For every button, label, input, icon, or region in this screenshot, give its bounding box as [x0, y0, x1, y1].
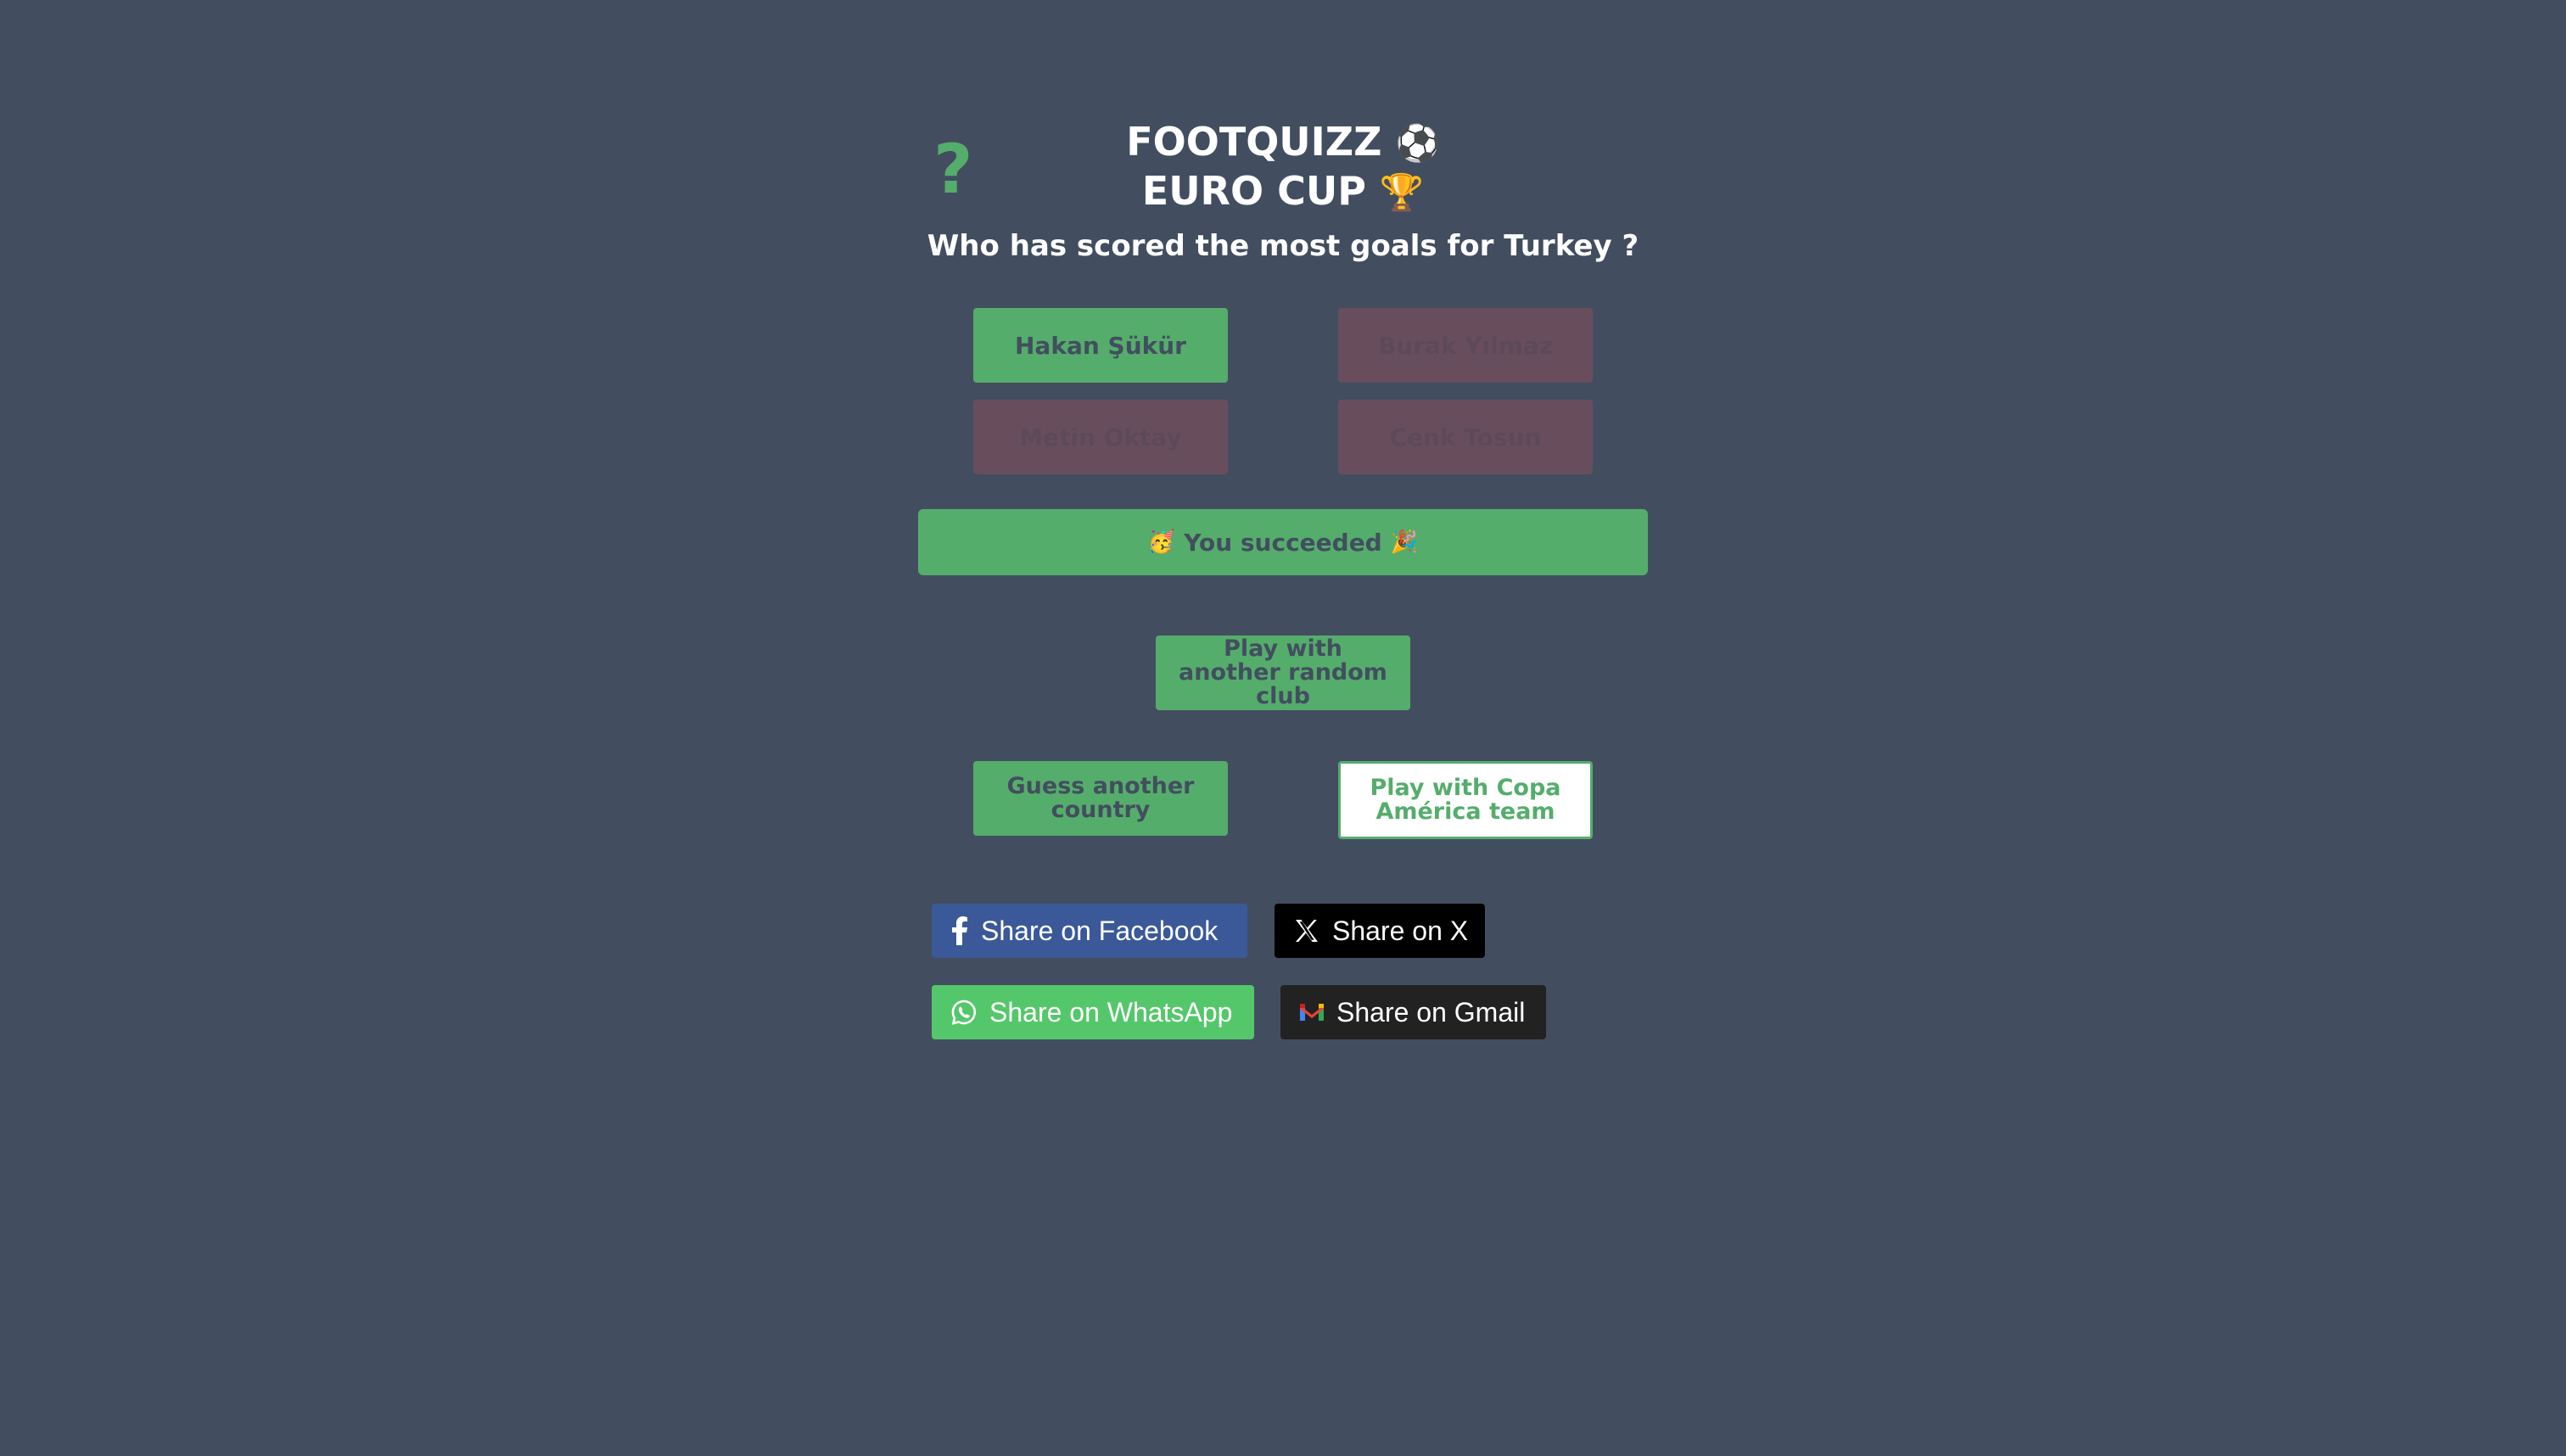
app-title-text: FOOTQUIZZ: [1126, 119, 1382, 165]
app-title-line2: EURO CUP 🏆: [1028, 168, 1538, 214]
answer-option-3[interactable]: Metin Oktay: [973, 400, 1228, 474]
app-title-line1: FOOTQUIZZ ⚽: [1028, 119, 1538, 165]
x-logo-icon: [1296, 920, 1318, 942]
result-banner: 🥳 You succeeded 🎉: [918, 509, 1648, 575]
answer-option-1[interactable]: Hakan Şükür: [973, 308, 1228, 383]
gmail-icon: [1300, 1004, 1324, 1021]
share-x-button[interactable]: Share on X: [1275, 904, 1485, 958]
share-whatsapp-label: Share on WhatsApp: [989, 996, 1233, 1028]
result-text: You succeeded: [1184, 528, 1382, 557]
whatsapp-icon: [951, 1000, 977, 1025]
party-face-icon: 🥳: [1147, 529, 1176, 555]
share-facebook-button[interactable]: Share on Facebook: [932, 904, 1247, 958]
share-whatsapp-button[interactable]: Share on WhatsApp: [932, 985, 1254, 1039]
play-random-club-button[interactable]: Play with another random club: [1156, 636, 1410, 710]
share-gmail-button[interactable]: Share on Gmail: [1280, 985, 1546, 1039]
facebook-icon: [952, 916, 967, 945]
answer-option-4[interactable]: Cenk Tosun: [1338, 400, 1593, 474]
question-text: Who has scored the most goals for Turkey…: [927, 229, 1639, 263]
play-copa-america-button[interactable]: Play with Copa América team: [1338, 761, 1593, 839]
share-gmail-label: Share on Gmail: [1336, 996, 1526, 1028]
answer-option-2[interactable]: Burak Yılmaz: [1338, 308, 1593, 383]
party-popper-icon: 🎉: [1390, 529, 1419, 555]
trophy-icon: 🏆: [1379, 171, 1425, 213]
cup-title-text: EURO CUP: [1141, 168, 1366, 214]
guess-another-country-button[interactable]: Guess another country: [973, 761, 1228, 836]
share-facebook-label: Share on Facebook: [981, 915, 1219, 946]
share-x-label: Share on X: [1332, 915, 1469, 946]
help-icon[interactable]: ?: [933, 127, 972, 212]
soccer-ball-icon: ⚽: [1395, 122, 1440, 164]
